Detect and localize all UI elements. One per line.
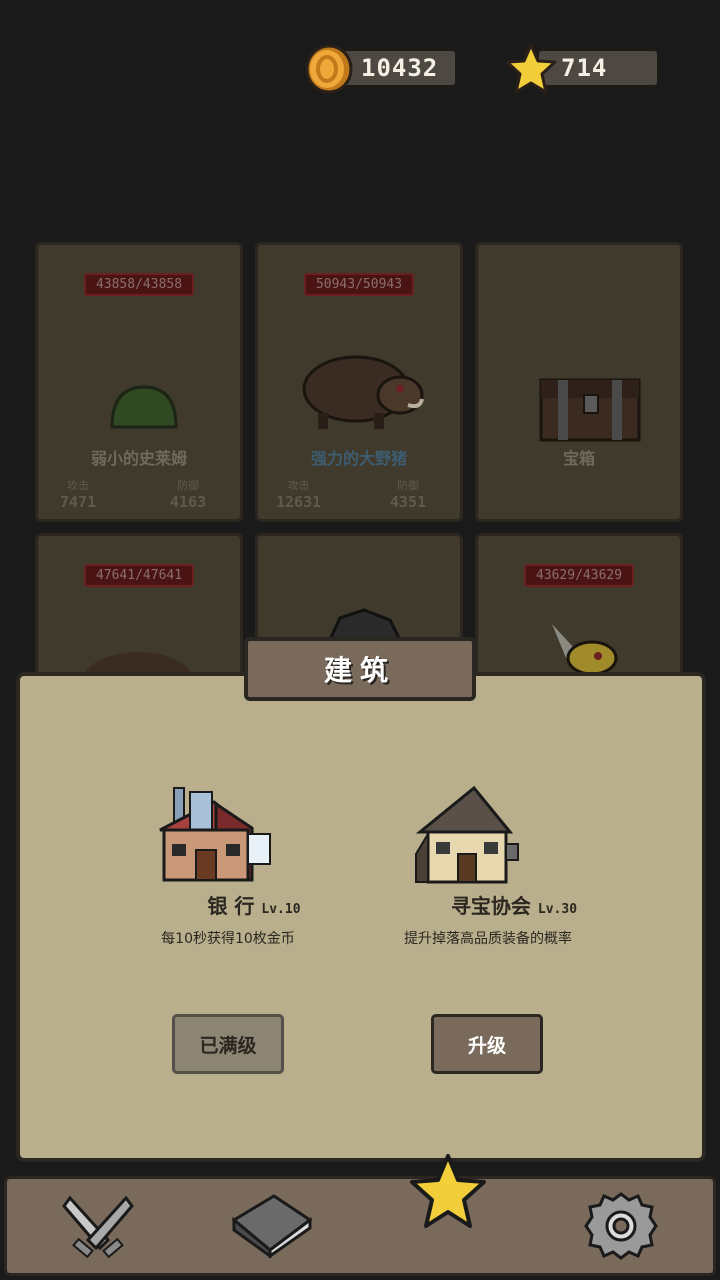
bee-icon <box>552 624 618 674</box>
monster-card-boar[interactable]: 50943/50943 强力的大野猪 攻击 12631 防御 4351 <box>255 242 463 522</box>
coin-icon <box>305 44 353 94</box>
treasure-guild-building-icon <box>415 785 519 884</box>
bank-building-icon <box>159 787 271 882</box>
bank-level: Lv.10 <box>261 902 301 917</box>
hp-bar: 50943/50943 <box>303 273 415 296</box>
crossed-swords-icon[interactable] <box>60 1190 136 1262</box>
bank-max-level-button[interactable]: 已满级 <box>172 1014 284 1074</box>
treasure-guild-name: 寻宝协会 <box>450 894 531 918</box>
coin-counter: 10432 <box>340 48 458 88</box>
defense-stat: 防御 4351 <box>390 479 427 511</box>
coin-amount: 10432 <box>361 54 439 82</box>
bank-title: 银 行 Lv.10 <box>124 890 384 919</box>
treasure-guild-description: 提升掉落高品质装备的概率 <box>404 931 572 947</box>
boar-icon <box>302 355 424 429</box>
monster-name: 强力的大野猪 <box>310 449 407 468</box>
treasure-guild-title: 寻宝协会 Lv.30 <box>384 890 644 919</box>
attack-stat: 攻击 12631 <box>276 479 322 511</box>
chest-name: 宝箱 <box>562 449 595 468</box>
attack-stat: 攻击 7471 <box>60 479 97 511</box>
gear-icon[interactable] <box>584 1190 658 1262</box>
bank-description: 每10秒获得10枚金币 <box>161 931 295 947</box>
treasure-chest-card[interactable]: 宝箱 <box>475 242 683 522</box>
monster-name: 弱小的史莱姆 <box>90 449 187 468</box>
hp-bar: 43629/43629 <box>523 564 635 587</box>
hp-bar: 47641/47641 <box>83 564 195 587</box>
dialog-title: 建筑 <box>244 637 476 701</box>
book-icon[interactable] <box>228 1190 314 1258</box>
bank-name: 银 行 <box>207 894 255 918</box>
star-icon[interactable] <box>406 1152 490 1232</box>
monster-card-slime[interactable]: 43858/43858 弱小的史莱姆 攻击 7471 防御 4163 <box>35 242 243 522</box>
treasure-chest-icon <box>539 378 641 442</box>
slime-icon <box>110 385 178 429</box>
defense-stat: 防御 4163 <box>170 479 207 511</box>
hp-bar: 43858/43858 <box>83 273 195 296</box>
upgrade-button[interactable]: 升级 <box>431 1014 543 1074</box>
star-amount: 714 <box>561 54 608 82</box>
treasure-guild-level: Lv.30 <box>537 902 578 917</box>
star-icon <box>505 43 557 94</box>
